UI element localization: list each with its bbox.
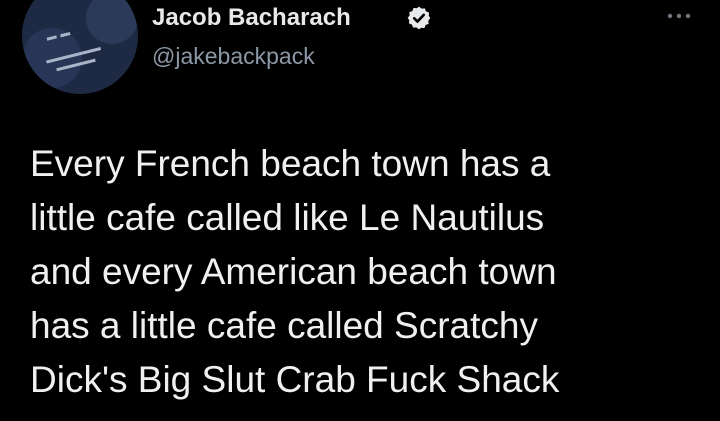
tweet-text: Every French beach town has a little caf… — [30, 143, 560, 400]
verified-badge-icon — [407, 6, 431, 30]
author-display-name[interactable]: Jacob Bacharach — [152, 4, 351, 32]
avatar[interactable] — [22, 0, 138, 94]
more-options-icon[interactable] — [664, 6, 694, 26]
tweet-card: Jacob Bacharach @jakebackpack Every Fren… — [0, 0, 720, 421]
author-handle[interactable]: @jakebackpack — [152, 43, 315, 70]
avatar-image — [22, 0, 138, 94]
